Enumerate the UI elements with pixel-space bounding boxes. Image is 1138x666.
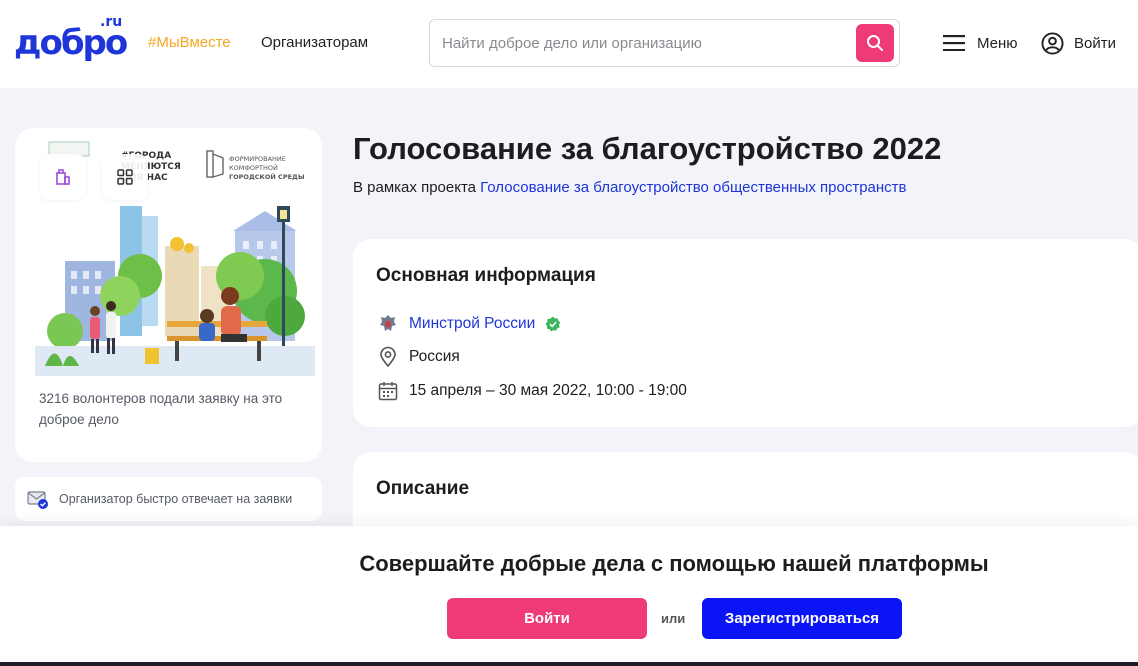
search-button[interactable] xyxy=(856,24,894,62)
or-label: или xyxy=(661,611,686,626)
banner-login-button[interactable]: Войти xyxy=(447,598,647,639)
menu-button[interactable]: Меню xyxy=(943,30,1018,56)
category-chip[interactable] xyxy=(102,154,148,200)
menu-label: Меню xyxy=(977,34,1018,52)
window-bottom-edge xyxy=(0,662,1138,666)
project-prefix: В рамках проекта xyxy=(353,179,481,196)
svg-text:ГОРОДСКОЙ СРЕДЫ: ГОРОДСКОЙ СРЕДЫ xyxy=(229,172,305,181)
main-info-heading: Основная информация xyxy=(376,265,596,286)
main-info-card: Основная информация Минстрой России Росс… xyxy=(353,239,1138,427)
dobro-logo[interactable]: добро .ru xyxy=(14,14,128,64)
organizer-link[interactable]: Минстрой России xyxy=(409,315,535,333)
hamburger-icon xyxy=(943,35,965,51)
grid-icon xyxy=(117,169,133,185)
svg-text:КОМФОРТНОЙ: КОМФОРТНОЙ xyxy=(229,163,278,172)
event-card: #ГОРОДА МЕНЯЮТСЯ ДЛЯ НАС ФОРМИРОВАНИЕ КО… xyxy=(15,128,322,462)
building-icon xyxy=(56,169,70,185)
date-row: 15 апреля – 30 мая 2022, 10:00 - 19:00 xyxy=(377,379,687,403)
project-line: В рамках проекта Голосование за благоуст… xyxy=(353,179,907,196)
logo-suffix: .ru xyxy=(100,14,123,30)
emblem-icon xyxy=(380,315,396,331)
calendar-icon xyxy=(378,382,398,401)
description-heading: Описание xyxy=(376,478,470,499)
date-text: 15 апреля – 30 мая 2022, 10:00 - 19:00 xyxy=(409,382,687,399)
organizer-row: Минстрой России xyxy=(377,312,561,336)
mywmeste-link[interactable]: #МыВместе xyxy=(148,34,231,51)
location-row: Россия xyxy=(377,345,460,369)
search-icon xyxy=(867,35,883,51)
header-login-button[interactable]: Войти xyxy=(1041,30,1116,56)
page-title: Голосование за благоустройство 2022 xyxy=(353,131,942,166)
banner-text: Совершайте добрые дела с помощью нашей п… xyxy=(359,551,989,576)
location-pin-icon xyxy=(380,346,396,368)
category-chip[interactable] xyxy=(40,154,86,200)
verified-icon xyxy=(545,316,561,332)
fast-reply-badge: Организатор быстро отвечает на заявки xyxy=(15,477,322,521)
site-header: добро .ru #МыВместе Организаторам Найти … xyxy=(0,0,1138,88)
fast-reply-text: Организатор быстро отвечает на заявки xyxy=(59,492,293,506)
volunteers-count: 3216 волонтеров подали заявку на это доб… xyxy=(39,391,283,427)
search-bar[interactable]: Найти доброе дело или организацию xyxy=(429,19,900,67)
mail-check-icon xyxy=(27,491,48,509)
user-icon xyxy=(1041,31,1064,55)
location-text: Россия xyxy=(409,348,460,365)
svg-text:ФОРМИРОВАНИЕ: ФОРМИРОВАНИЕ xyxy=(229,155,286,163)
logo-text: добро xyxy=(14,23,128,63)
login-label: Войти xyxy=(1074,34,1116,52)
organizers-link[interactable]: Организаторам xyxy=(261,34,368,51)
search-input[interactable]: Найти доброе дело или организацию xyxy=(442,35,702,52)
signup-banner: Совершайте добрые дела с помощью нашей п… xyxy=(0,526,1138,666)
register-button[interactable]: Зарегистрироваться xyxy=(702,598,902,639)
project-link[interactable]: Голосование за благоустройство обществен… xyxy=(480,179,906,196)
